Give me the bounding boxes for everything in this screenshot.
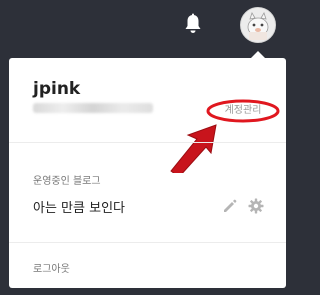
pencil-icon[interactable] <box>222 198 238 214</box>
account-dropdown-menu: jpink 계정관리 운영중인 블로그 아는 만큼 보인다 로그아웃 <box>9 58 286 288</box>
gear-icon[interactable] <box>248 198 264 214</box>
divider <box>9 242 286 243</box>
blurred-email <box>33 103 153 113</box>
divider <box>9 142 286 143</box>
bell-icon[interactable] <box>183 13 203 35</box>
blog-name[interactable]: 아는 만큼 보인다 <box>33 197 125 216</box>
logout-link[interactable]: 로그아웃 <box>33 260 70 275</box>
username: jpink <box>33 79 81 99</box>
top-bar <box>0 0 294 50</box>
blogs-section-label: 운영중인 블로그 <box>33 176 101 187</box>
blog-list-item[interactable]: 아는 만큼 보인다 <box>9 190 286 222</box>
user-avatar[interactable] <box>240 7 276 43</box>
red-arrow-annotation <box>170 124 217 173</box>
avatar-face-icon <box>241 8 275 42</box>
